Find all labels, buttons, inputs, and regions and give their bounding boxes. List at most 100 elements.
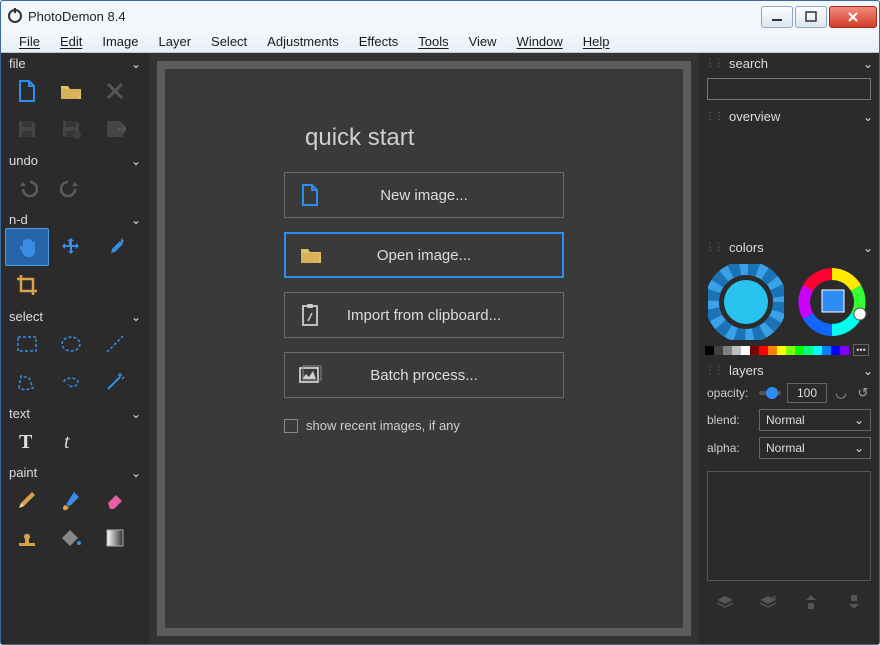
menu-window[interactable]: Window — [507, 32, 573, 51]
colors-header[interactable]: ⋮⋮ colors ⌄ — [699, 237, 879, 258]
menu-tools[interactable]: Tools — [408, 32, 458, 51]
pencil-tool-icon[interactable] — [5, 481, 49, 519]
swatch[interactable] — [732, 346, 741, 355]
menu-file[interactable]: File — [9, 32, 50, 51]
swatch[interactable] — [822, 346, 831, 355]
swatch[interactable] — [795, 346, 804, 355]
blend-value: Normal — [766, 413, 805, 427]
color-wheel-left[interactable] — [708, 264, 784, 340]
chevron-down-icon: ⌄ — [131, 154, 141, 168]
poly-select-icon[interactable] — [5, 363, 49, 401]
overview-area — [699, 127, 879, 237]
swatch[interactable] — [777, 346, 786, 355]
lasso-select-icon[interactable] — [49, 363, 93, 401]
undo-icon[interactable] — [5, 169, 49, 207]
export-icon[interactable] — [93, 110, 137, 148]
move-tool-icon[interactable] — [49, 228, 93, 266]
save-copy-icon[interactable] — [49, 110, 93, 148]
menu-adjustments[interactable]: Adjustments — [257, 32, 349, 51]
section-paint[interactable]: paint ⌄ — [5, 462, 145, 481]
link-icon[interactable]: ◡ — [833, 385, 849, 401]
alpha-select[interactable]: Normal ⌄ — [759, 437, 871, 459]
menu-layer[interactable]: Layer — [149, 32, 202, 51]
rect-select-icon[interactable] — [5, 325, 49, 363]
quick-start-new[interactable]: New image... — [284, 172, 564, 218]
menu-view[interactable]: View — [459, 32, 507, 51]
fill-tool-icon[interactable] — [49, 519, 93, 557]
open-folder-icon[interactable] — [49, 72, 93, 110]
overview-header[interactable]: ⋮⋮ overview ⌄ — [699, 106, 879, 127]
section-file[interactable]: file ⌄ — [5, 53, 145, 72]
delete-layer-icon[interactable] — [756, 591, 780, 613]
swatch[interactable] — [723, 346, 732, 355]
quick-start-open[interactable]: Open image... — [284, 232, 564, 278]
search-header[interactable]: ⋮⋮ search ⌄ — [699, 53, 879, 74]
color-wheel-right[interactable] — [794, 264, 870, 340]
text-cursive-icon[interactable]: t — [49, 422, 93, 460]
crop-tool-icon[interactable] — [5, 266, 49, 304]
menu-image[interactable]: Image — [92, 32, 148, 51]
opacity-slider[interactable] — [759, 391, 781, 395]
minimize-button[interactable] — [761, 6, 793, 28]
swatch[interactable] — [831, 346, 840, 355]
swatch[interactable] — [714, 346, 723, 355]
section-undo-label: undo — [9, 153, 38, 168]
reset-icon[interactable]: ↺ — [855, 385, 871, 401]
hand-tool-icon[interactable] — [5, 228, 49, 266]
menu-select[interactable]: Select — [201, 32, 257, 51]
menu-help[interactable]: Help — [573, 32, 620, 51]
swatch[interactable] — [804, 346, 813, 355]
layer-up-icon[interactable] — [799, 591, 823, 613]
section-nd[interactable]: n-d ⌄ — [5, 209, 145, 228]
menu-edit[interactable]: Edit — [50, 32, 92, 51]
add-layer-icon[interactable] — [713, 591, 737, 613]
line-select-icon[interactable] — [93, 325, 137, 363]
gradient-tool-icon[interactable] — [93, 519, 137, 557]
checkbox-icon[interactable] — [284, 419, 298, 433]
section-text[interactable]: text ⌄ — [5, 403, 145, 422]
more-swatches-button[interactable]: ••• — [853, 344, 869, 356]
swatch[interactable] — [840, 346, 849, 355]
layers-list[interactable] — [707, 471, 871, 581]
new-file-icon[interactable] — [5, 72, 49, 110]
text-tool-icon[interactable]: T — [5, 422, 49, 460]
swatch[interactable] — [768, 346, 777, 355]
swatch[interactable] — [750, 346, 759, 355]
swatch[interactable] — [741, 346, 750, 355]
section-select[interactable]: select ⌄ — [5, 306, 145, 325]
maximize-button[interactable] — [795, 6, 827, 28]
quick-start-batch-label: Batch process... — [335, 367, 563, 384]
close-file-icon[interactable] — [93, 72, 137, 110]
swatch[interactable] — [759, 346, 768, 355]
layer-down-icon[interactable] — [842, 591, 866, 613]
recent-checkbox-row[interactable]: show recent images, if any — [284, 418, 564, 433]
brush-tool-icon[interactable] — [49, 481, 93, 519]
save-icon[interactable] — [5, 110, 49, 148]
wand-select-icon[interactable] — [93, 363, 137, 401]
quick-start-title: quick start — [305, 124, 414, 152]
search-input[interactable] — [707, 78, 871, 100]
grip-icon: ⋮⋮ — [705, 58, 723, 69]
close-button[interactable] — [829, 6, 877, 28]
stamp-tool-icon[interactable] — [5, 519, 49, 557]
layers-header[interactable]: ⋮⋮ layers ⌄ — [699, 360, 879, 381]
chevron-down-icon: ⌄ — [854, 441, 864, 455]
eraser-tool-icon[interactable] — [93, 481, 137, 519]
swatch[interactable] — [786, 346, 795, 355]
opacity-input[interactable] — [787, 383, 827, 403]
color-swatches[interactable]: ••• — [699, 344, 879, 360]
quick-start-clipboard[interactable]: Import from clipboard... — [284, 292, 564, 338]
swatch[interactable] — [705, 346, 714, 355]
eyedropper-icon[interactable] — [93, 228, 137, 266]
swatch[interactable] — [813, 346, 822, 355]
section-undo[interactable]: undo ⌄ — [5, 150, 145, 169]
app-window: PhotoDemon 8.4 File Edit Image Layer Sel… — [0, 0, 880, 645]
ellipse-select-icon[interactable] — [49, 325, 93, 363]
grip-icon: ⋮⋮ — [705, 242, 723, 253]
blend-select[interactable]: Normal ⌄ — [759, 409, 871, 431]
overview-label: overview — [729, 109, 863, 124]
quick-start-open-label: Open image... — [336, 247, 562, 264]
menu-effects[interactable]: Effects — [349, 32, 409, 51]
quick-start-batch[interactable]: Batch process... — [284, 352, 564, 398]
redo-icon[interactable] — [49, 169, 93, 207]
